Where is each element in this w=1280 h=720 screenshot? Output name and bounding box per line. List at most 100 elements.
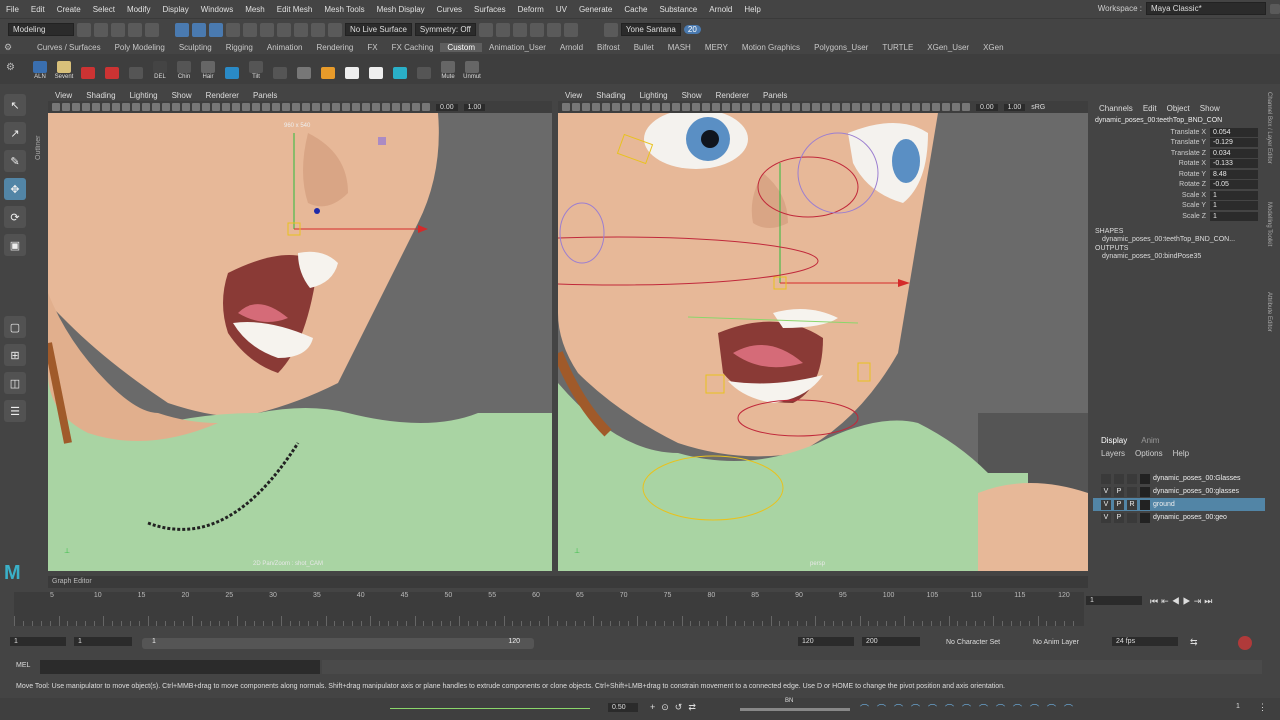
snap-grid-icon[interactable] bbox=[243, 22, 257, 37]
panel-menu-panels[interactable]: Panels bbox=[756, 91, 794, 100]
symmetry-dropdown[interactable]: Symmetry: Off bbox=[414, 23, 476, 36]
layer-toggle-p[interactable] bbox=[1114, 473, 1124, 484]
viewport-right-canvas[interactable]: persp ⊥ bbox=[558, 109, 1088, 571]
playback-start-field[interactable]: 1 bbox=[74, 637, 132, 646]
channel-value[interactable]: 1 bbox=[1210, 201, 1258, 211]
shelf-tab-xgen-user[interactable]: XGen_User bbox=[920, 43, 976, 52]
move-tool-icon[interactable]: ✥ bbox=[4, 178, 26, 200]
character-set-dropdown[interactable]: No Character Set bbox=[946, 639, 1000, 646]
shelf-button-1[interactable]: Sevent bbox=[54, 58, 74, 80]
shelf-tab-turtle[interactable]: TURTLE bbox=[875, 43, 920, 52]
start-frame-field[interactable]: 1 bbox=[10, 637, 66, 646]
channel-row[interactable]: Scale Z 1 bbox=[1093, 211, 1265, 222]
layer-name[interactable]: dynamic_poses_00:geo bbox=[1153, 514, 1227, 521]
workspace-selector[interactable]: Workspace : Maya Classic* bbox=[1098, 2, 1280, 15]
menu-substance[interactable]: Substance bbox=[653, 5, 703, 14]
shelf-tab-custom[interactable]: Custom bbox=[440, 43, 482, 52]
loop-icon[interactable]: ⇆ bbox=[1190, 637, 1198, 648]
layer-toggle-r[interactable] bbox=[1127, 473, 1137, 484]
menu-create[interactable]: Create bbox=[51, 5, 87, 14]
panel-menu-view[interactable]: View bbox=[48, 91, 79, 100]
four-view-layout-icon[interactable]: ⊞ bbox=[4, 344, 26, 366]
side-tab-channelbox[interactable]: Channel Box / Layer Editor bbox=[1266, 92, 1272, 192]
range-bar[interactable]: 1 120 bbox=[142, 638, 534, 649]
channel-value[interactable]: 1 bbox=[1210, 211, 1258, 221]
shelf-button-3[interactable] bbox=[102, 58, 122, 80]
menu-uv[interactable]: UV bbox=[550, 5, 573, 14]
side-tab-modelling-toolkit[interactable]: Modelling Toolkit bbox=[1266, 202, 1272, 282]
layer-toggle-v[interactable]: V bbox=[1101, 499, 1111, 510]
panel-menu-shading[interactable]: Shading bbox=[589, 91, 632, 100]
channel-value[interactable]: 0.054 bbox=[1210, 127, 1258, 137]
single-perspective-layout-icon[interactable]: ▢ bbox=[4, 316, 26, 338]
lock-icon[interactable] bbox=[226, 22, 240, 37]
shelf-tab-fx[interactable]: FX bbox=[360, 43, 384, 52]
gamma-field[interactable]: 1.00 bbox=[1003, 103, 1026, 111]
snap-live-icon[interactable] bbox=[311, 22, 325, 37]
curve-shape-icons[interactable]: ⌒⌒⌒⌒⌒⌒⌒⌒⌒⌒⌒⌒⌒ bbox=[860, 702, 1081, 715]
menu-arnold[interactable]: Arnold bbox=[703, 5, 738, 14]
time-slider[interactable]: 5 10 15 20 25 30 35 40 45 50 55 60 65 70 75 80 85 90 95 100… bbox=[0, 588, 1280, 630]
menu-select[interactable]: Select bbox=[87, 5, 121, 14]
menu-edit-mesh[interactable]: Edit Mesh bbox=[271, 5, 319, 14]
menu-modify[interactable]: Modify bbox=[121, 5, 157, 14]
open-scene-icon[interactable] bbox=[94, 22, 108, 37]
select-object-icon[interactable] bbox=[192, 22, 206, 37]
menu-curves[interactable]: Curves bbox=[431, 5, 468, 14]
gear-icon[interactable]: ⚙ bbox=[4, 42, 12, 53]
gamma-field[interactable]: 1.00 bbox=[463, 103, 486, 111]
channel-value[interactable]: 8.48 bbox=[1210, 169, 1258, 179]
menu-mesh-display[interactable]: Mesh Display bbox=[371, 5, 431, 14]
layer-row[interactable]: V P Rground bbox=[1093, 498, 1265, 511]
viewport-left-canvas[interactable]: 960 x 540 2D Pan/Zoom : shot_CAM ⊥ bbox=[48, 113, 552, 571]
panel-menu-show[interactable]: Show bbox=[675, 91, 709, 100]
gear-icon[interactable] bbox=[1270, 3, 1280, 14]
autokey-icon[interactable] bbox=[1238, 636, 1252, 650]
color-space-label[interactable]: sRG bbox=[1031, 104, 1045, 111]
mel-label[interactable]: MEL bbox=[16, 662, 30, 669]
viewport-right[interactable]: View Shading Lighting Show Renderer Panels 0.… bbox=[558, 89, 1088, 571]
panel-menu-shading[interactable]: Shading bbox=[79, 91, 122, 100]
menu-file[interactable]: File bbox=[0, 5, 25, 14]
graph-editor-bar[interactable]: Graph Editor bbox=[48, 576, 1088, 588]
channel-value[interactable]: 1 bbox=[1210, 190, 1258, 200]
layer-toggle-p[interactable]: P bbox=[1114, 512, 1124, 523]
menu-edit[interactable]: Edit bbox=[25, 5, 51, 14]
two-view-layout-icon[interactable]: ◫ bbox=[4, 372, 26, 394]
channelbox-menu-channels[interactable]: Channels bbox=[1099, 104, 1133, 113]
layer-name[interactable]: ground bbox=[1153, 501, 1175, 508]
shelf-tab-poly-modeling[interactable]: Poly Modeling bbox=[108, 43, 172, 52]
shelf-tab-xgen[interactable]: XGen bbox=[976, 43, 1010, 52]
layer-name[interactable]: dynamic_poses_00:glasses bbox=[1153, 488, 1239, 495]
layer-toggle-v[interactable]: V bbox=[1101, 512, 1111, 523]
shelf-tab-rendering[interactable]: Rendering bbox=[309, 43, 360, 52]
snap-point-icon[interactable] bbox=[277, 22, 291, 37]
shelf-button-7[interactable]: Hair bbox=[198, 58, 218, 80]
shelf-tab-bullet[interactable]: Bullet bbox=[627, 43, 661, 52]
playback-end-field[interactable]: 120 bbox=[798, 637, 854, 646]
exposure-field[interactable]: 0.00 bbox=[976, 103, 998, 111]
shelf-tab-animation[interactable]: Animation bbox=[260, 43, 310, 52]
layer-menu-options[interactable]: Options bbox=[1135, 449, 1163, 458]
channel-row[interactable]: Scale X 1 bbox=[1093, 190, 1265, 201]
shelf-tab-curves-surfaces[interactable]: Curves / Surfaces bbox=[30, 43, 108, 52]
render-settings-icon[interactable] bbox=[512, 22, 527, 37]
layer-toggle-r[interactable] bbox=[1127, 486, 1137, 497]
menu-deform[interactable]: Deform bbox=[512, 5, 550, 14]
shelf-tab-mery[interactable]: MERY bbox=[698, 43, 735, 52]
channel-row[interactable]: Scale Y 1 bbox=[1093, 201, 1265, 212]
bottom-tools-icons[interactable]: +⊙↺⇄ bbox=[650, 702, 702, 713]
fps-dropdown[interactable]: 24 fps bbox=[1112, 637, 1178, 646]
menu-generate[interactable]: Generate bbox=[573, 5, 618, 14]
channel-row[interactable]: Rotate Y 8.48 bbox=[1093, 169, 1265, 180]
panel-menu-show[interactable]: Show bbox=[165, 91, 199, 100]
channel-value[interactable]: 0.034 bbox=[1210, 148, 1258, 158]
channel-row[interactable]: Rotate Z -0.05 bbox=[1093, 180, 1265, 191]
shelf-button-11[interactable] bbox=[294, 58, 314, 80]
layer-toggle-v[interactable] bbox=[1101, 473, 1111, 484]
channelbox-menu-edit[interactable]: Edit bbox=[1143, 104, 1157, 113]
shelf-button-18[interactable]: Unmut bbox=[462, 58, 482, 80]
lasso-tool-icon[interactable]: ↗ bbox=[4, 122, 26, 144]
select-hierarchy-icon[interactable] bbox=[175, 22, 189, 37]
mode-dropdown[interactable]: Modeling bbox=[8, 23, 74, 36]
